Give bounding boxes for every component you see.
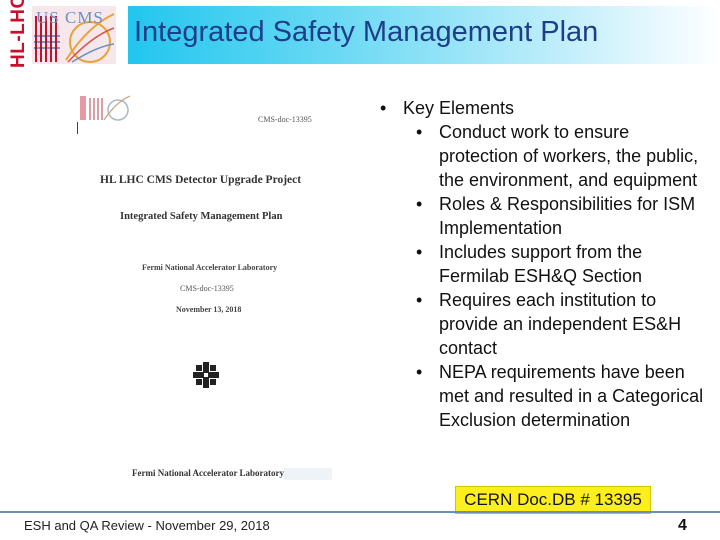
bullet-key-elements: • Key Elements <box>380 96 710 120</box>
page-number: 4 <box>678 517 687 534</box>
us-cms-logo-text: US CMS <box>36 8 104 27</box>
slide-title: Integrated Safety Management Plan <box>134 16 599 48</box>
hl-lhc-logo-text: HL-LHC <box>8 0 29 68</box>
bullet-item: • Includes support from the Fermilab ESH… <box>416 240 710 288</box>
bullet-item: • NEPA requirements have been met and re… <box>416 360 710 432</box>
document-lab-name: Fermi National Accelerator Laboratory <box>142 263 278 272</box>
footer-event-text: ESH and QA Review - November 29, 2018 <box>24 518 270 533</box>
bullet-item: • Requires each institution to provide a… <box>416 288 710 360</box>
document-margin-mark <box>77 122 78 134</box>
hl-lhc-logo: HL-LHC <box>6 0 30 70</box>
document-project-title: HL LHC CMS Detector Upgrade Project <box>100 174 302 186</box>
bullet-item-text: Roles & Responsibilities for ISM Impleme… <box>439 194 696 238</box>
bullet-item-text: Conduct work to ensure protection of wor… <box>439 122 699 190</box>
bullet-item-text: Requires each institution to provide an … <box>439 290 682 358</box>
footer-divider <box>0 511 720 513</box>
bullet-dot-icon: • <box>380 98 387 118</box>
document-cover-thumbnail: CMS-doc-13395 HL LHC CMS Detector Upgrad… <box>72 88 342 488</box>
document-number: CMS-doc-13395 <box>180 284 234 293</box>
bullet-item: • Conduct work to ensure protection of w… <box>416 120 710 192</box>
cern-docdb-reference-badge: CERN Doc.DB # 13395 <box>455 486 651 514</box>
bullet-item-text: NEPA requirements have been met and resu… <box>439 362 704 430</box>
bullet-dot-icon: • <box>416 362 423 382</box>
document-bottom-lab-name: Fermi National Accelerator Laboratory <box>132 468 285 478</box>
document-logo-icon <box>80 95 130 121</box>
bullet-dot-icon: • <box>416 122 423 142</box>
document-header-reference: CMS-doc-13395 <box>258 115 312 124</box>
fermilab-logo-icon <box>193 362 219 388</box>
document-plan-title: Integrated Safety Management Plan <box>120 211 283 222</box>
bullet-key-elements-text: Key Elements <box>403 98 515 118</box>
bullet-item: • Roles & Responsibilities for ISM Imple… <box>416 192 710 240</box>
document-date: November 13, 2018 <box>176 305 242 314</box>
bullet-dot-icon: • <box>416 242 423 262</box>
bullet-item-text: Includes support from the Fermilab ESH&Q… <box>439 242 643 286</box>
document-faded-mark <box>284 468 332 480</box>
key-elements-list: • Key Elements • Conduct work to ensure … <box>380 96 710 432</box>
bullet-dot-icon: • <box>416 194 423 214</box>
bullet-dot-icon: • <box>416 290 423 310</box>
